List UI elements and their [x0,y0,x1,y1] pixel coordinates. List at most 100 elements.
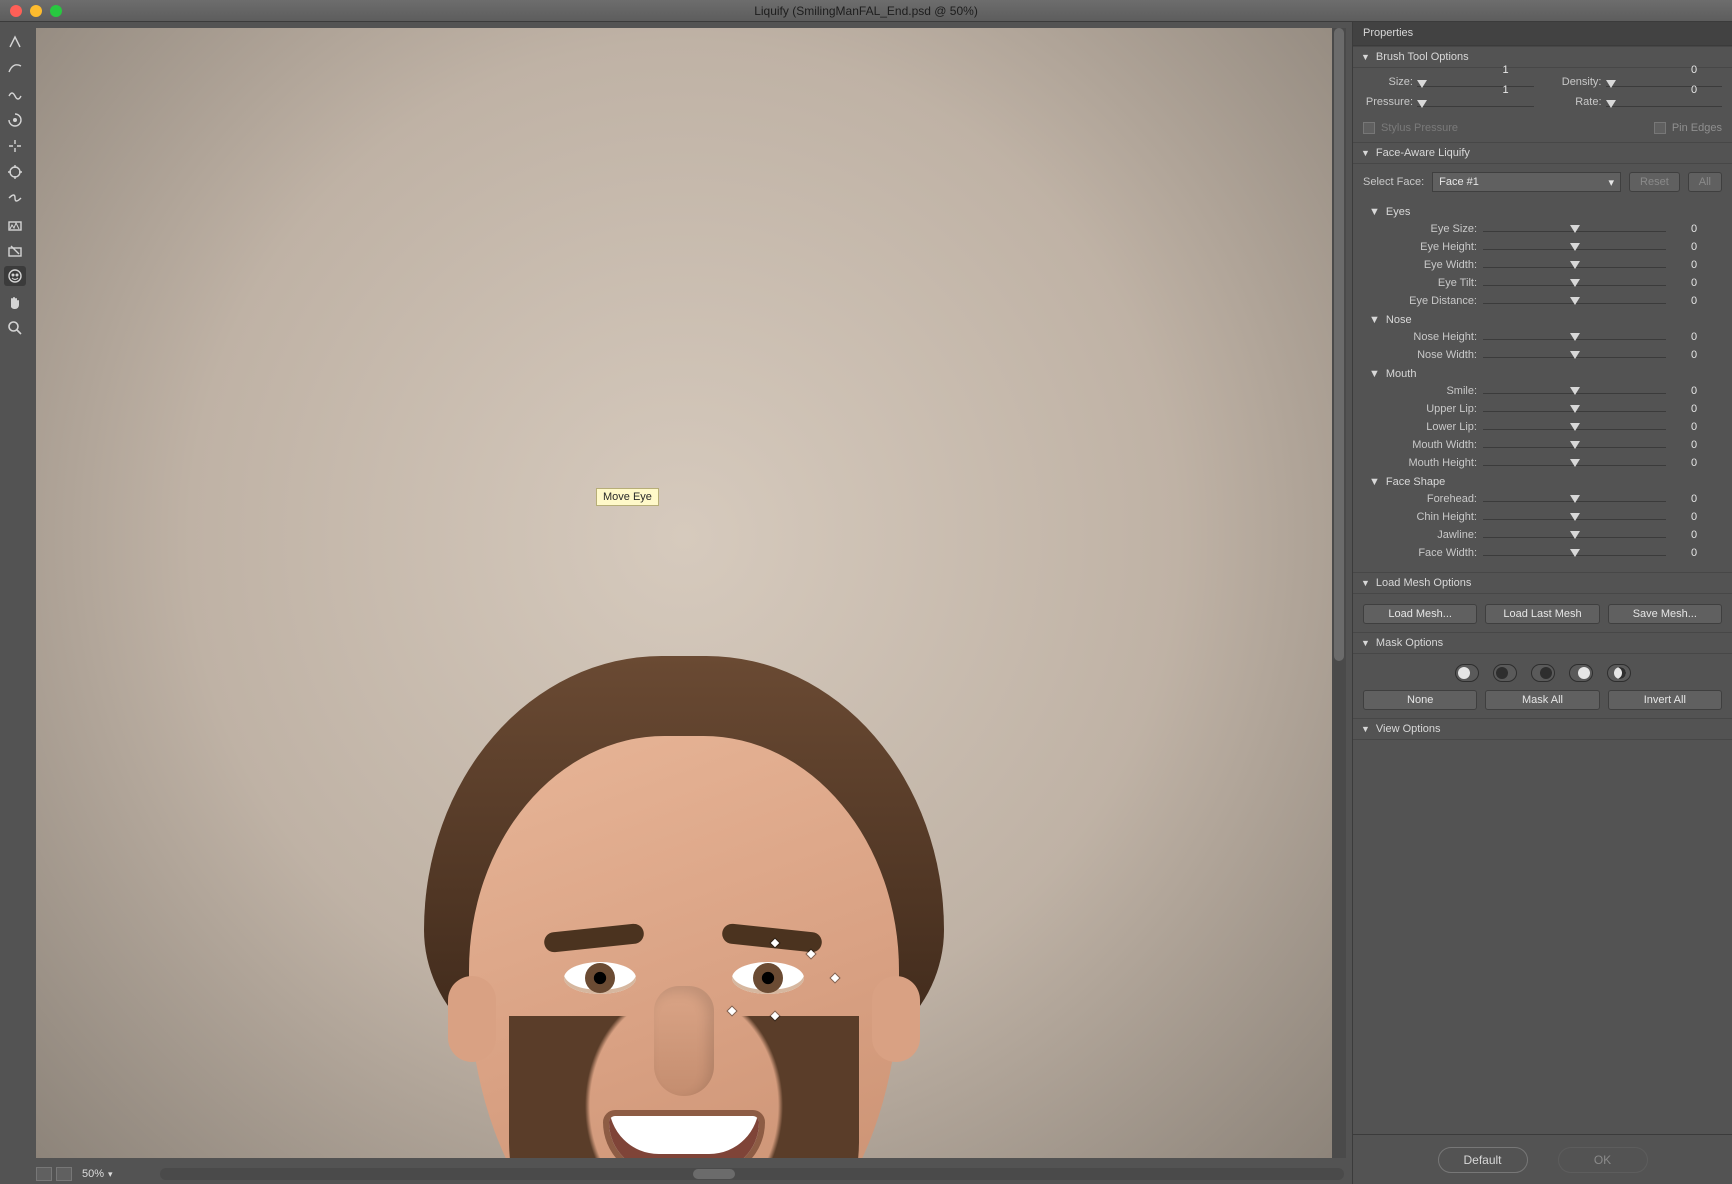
save-mesh-button[interactable]: Save Mesh... [1608,604,1722,624]
smile-slider[interactable] [1483,384,1666,398]
load-last-mesh-button[interactable]: Load Last Mesh [1485,604,1599,624]
face-width-value[interactable]: 0 [1666,547,1722,559]
canvas-statusbar: 50%▾ [30,1164,1352,1184]
ok-button[interactable]: OK [1558,1147,1648,1173]
jawline-value[interactable]: 0 [1666,529,1722,541]
face-tool[interactable] [4,266,26,286]
canvas-tooltip: Move Eye [596,488,659,506]
chin-height-slider[interactable] [1483,510,1666,524]
eye-height-slider[interactable] [1483,240,1666,254]
image-canvas[interactable]: Move Eye [36,28,1346,1158]
jawline-label: Jawline: [1363,529,1483,541]
nose-width-value[interactable]: 0 [1666,349,1722,361]
mask-mode-subtract-icon[interactable] [1531,664,1555,682]
zoom-display[interactable]: 50%▾ [82,1168,113,1180]
eye-width-label: Eye Width: [1363,259,1483,271]
mask-all-button[interactable]: Mask All [1485,690,1599,710]
twirl-tool[interactable] [4,110,26,130]
subsection-nose[interactable]: ▼Nose [1369,314,1722,326]
thaw-mask-tool[interactable] [4,240,26,260]
pressure-value[interactable]: 1 [1478,84,1534,96]
mouth-height-slider[interactable] [1483,456,1666,470]
mask-mode-replace-icon[interactable] [1455,664,1479,682]
pucker-tool[interactable] [4,136,26,156]
eye-adjust-handles[interactable] [712,940,832,1020]
jawline-slider[interactable] [1483,528,1666,542]
upper-lip-label: Upper Lip: [1363,403,1483,415]
eye-distance-value[interactable]: 0 [1666,295,1722,307]
eye-tilt-value[interactable]: 0 [1666,277,1722,289]
view-mode-button-2[interactable] [56,1167,72,1181]
nose-height-value[interactable]: 0 [1666,331,1722,343]
properties-heading: Properties [1353,22,1732,46]
load-mesh-button[interactable]: Load Mesh... [1363,604,1477,624]
tool-palette [0,22,30,1184]
eye-width-slider[interactable] [1483,258,1666,272]
pressure-slider[interactable] [1417,100,1427,108]
rate-slider[interactable] [1606,100,1616,108]
pin-edges-label: Pin Edges [1672,122,1722,134]
lower-lip-slider[interactable] [1483,420,1666,434]
nose-height-label: Nose Height: [1363,331,1483,343]
section-mask-options[interactable]: ▼Mask Options [1353,632,1732,654]
section-load-mesh-options[interactable]: ▼Load Mesh Options [1353,572,1732,594]
mouth-width-value[interactable]: 0 [1666,439,1722,451]
reset-face-button[interactable]: Reset [1629,172,1680,192]
stylus-pressure-label: Stylus Pressure [1381,122,1458,134]
lower-lip-value[interactable]: 0 [1666,421,1722,433]
mouth-width-slider[interactable] [1483,438,1666,452]
upper-lip-slider[interactable] [1483,402,1666,416]
density-slider[interactable] [1606,80,1616,88]
eye-size-slider[interactable] [1483,222,1666,236]
horizontal-scrollbar[interactable] [160,1168,1344,1180]
mask-mode-add-icon[interactable] [1493,664,1517,682]
upper-lip-value[interactable]: 0 [1666,403,1722,415]
push-left-tool[interactable] [4,188,26,208]
default-button[interactable]: Default [1438,1147,1528,1173]
size-slider[interactable] [1417,80,1427,88]
vertical-scrollbar[interactable] [1332,28,1346,1158]
all-face-button[interactable]: All [1688,172,1722,192]
mask-none-button[interactable]: None [1363,690,1477,710]
bloat-tool[interactable] [4,162,26,182]
subsection-eyes[interactable]: ▼Eyes [1369,206,1722,218]
eye-height-value[interactable]: 0 [1666,241,1722,253]
rate-value[interactable]: 0 [1666,84,1722,96]
size-value[interactable]: 1 [1478,64,1534,76]
face-width-slider[interactable] [1483,546,1666,560]
select-face-dropdown[interactable]: Face #1▾ [1432,172,1621,192]
eye-distance-slider[interactable] [1483,294,1666,308]
mouth-height-value[interactable]: 0 [1666,457,1722,469]
mask-mode-intersect-icon[interactable] [1569,664,1593,682]
nose-width-slider[interactable] [1483,348,1666,362]
reconstruct-tool[interactable] [4,58,26,78]
subsection-mouth[interactable]: ▼Mouth [1369,368,1722,380]
smooth-tool[interactable] [4,84,26,104]
density-value[interactable]: 0 [1666,64,1722,76]
eye-distance-label: Eye Distance: [1363,295,1483,307]
nose-height-slider[interactable] [1483,330,1666,344]
forehead-slider[interactable] [1483,492,1666,506]
mask-mode-invert-icon[interactable] [1607,664,1631,682]
eye-height-label: Eye Height: [1363,241,1483,253]
chevron-down-icon: ▾ [1608,176,1614,189]
hand-tool[interactable] [4,292,26,312]
eye-tilt-slider[interactable] [1483,276,1666,290]
subsection-face-shape[interactable]: ▼Face Shape [1369,476,1722,488]
forehead-value[interactable]: 0 [1666,493,1722,505]
smile-value[interactable]: 0 [1666,385,1722,397]
freeze-mask-tool[interactable] [4,214,26,234]
pin-edges-checkbox[interactable] [1654,122,1666,134]
chevron-down-icon: ▾ [108,1169,113,1180]
forward-warp-tool[interactable] [4,32,26,52]
section-view-options[interactable]: ▼View Options [1353,718,1732,740]
zoom-tool[interactable] [4,318,26,338]
view-mode-button-1[interactable] [36,1167,52,1181]
chin-height-value[interactable]: 0 [1666,511,1722,523]
section-face-aware-liquify[interactable]: ▼Face-Aware Liquify [1353,142,1732,164]
smile-label: Smile: [1363,385,1483,397]
eye-width-value[interactable]: 0 [1666,259,1722,271]
mask-invert-all-button[interactable]: Invert All [1608,690,1722,710]
eye-size-value[interactable]: 0 [1666,223,1722,235]
size-label: Size: [1363,76,1417,88]
